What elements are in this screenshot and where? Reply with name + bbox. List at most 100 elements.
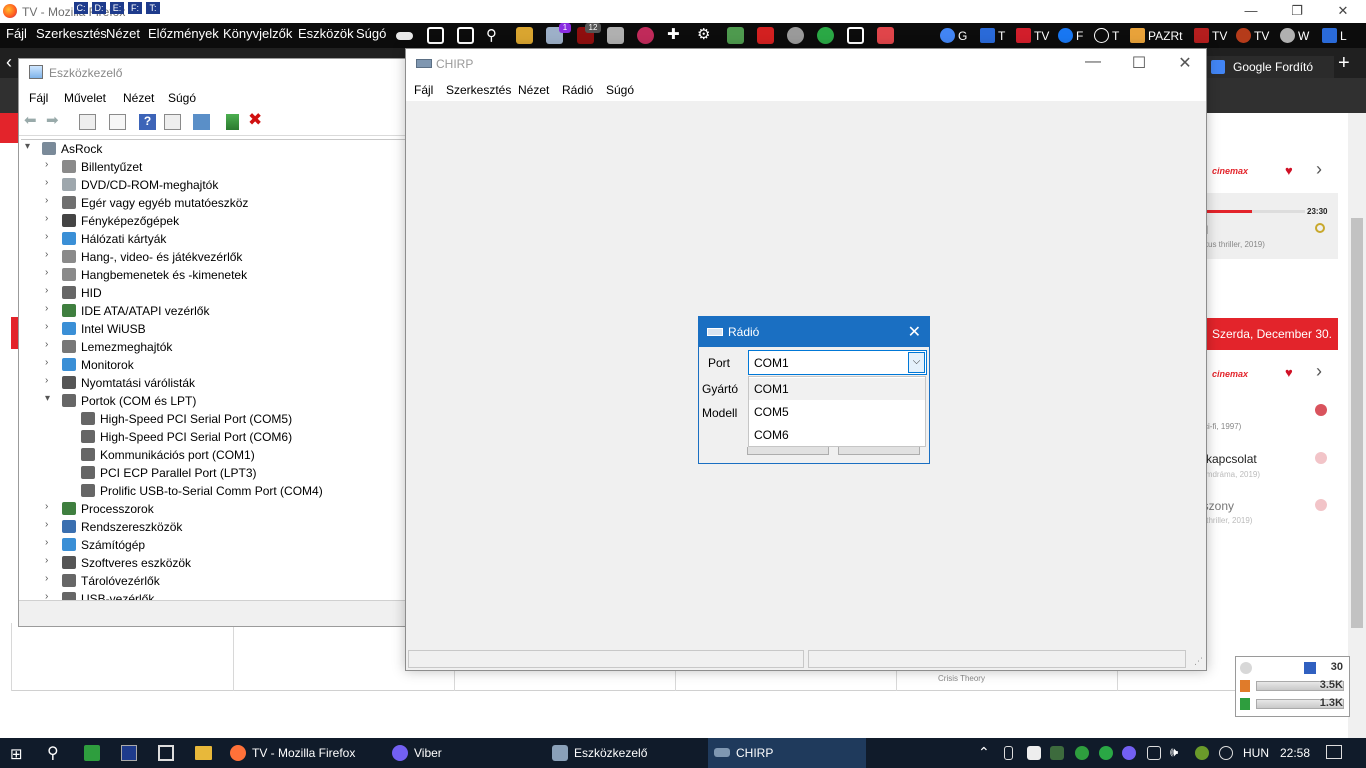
bookmark-item[interactable]: G (940, 28, 967, 43)
save-icon[interactable] (121, 745, 137, 761)
drive-chip[interactable]: D: (92, 2, 106, 14)
tray-app-icon[interactable] (1027, 746, 1041, 760)
globe-icon[interactable] (1219, 746, 1233, 760)
gear-icon[interactable]: ⚙ (697, 25, 714, 43)
chevron-right-icon[interactable]: › (45, 357, 55, 368)
properties-icon[interactable] (109, 114, 126, 130)
pen-icon[interactable] (757, 27, 774, 44)
chevron-right-icon[interactable]: › (45, 231, 55, 242)
volume-icon[interactable]: 🕪 (1170, 744, 1178, 760)
screenshot-icon[interactable] (427, 27, 444, 44)
chevron-right-icon[interactable]: › (45, 177, 55, 188)
chevron-down-icon[interactable]: ▾ (45, 393, 55, 404)
task-chirp[interactable]: CHIRP (708, 738, 866, 768)
chevron-right-icon[interactable]: › (45, 519, 55, 530)
chevron-right-icon[interactable]: › (1316, 159, 1322, 180)
d-extension-icon[interactable] (637, 27, 654, 44)
shell-icon[interactable] (787, 27, 804, 44)
restore-icon[interactable]: ❐ (1274, 0, 1320, 23)
menu-file[interactable]: Fájl (6, 26, 27, 41)
chevron-right-icon[interactable]: › (45, 249, 55, 260)
scrollbar-thumb[interactable] (1351, 218, 1363, 628)
new-tab-icon[interactable]: + (1338, 52, 1350, 75)
menu-history[interactable]: Előzmények (148, 26, 219, 41)
record-icon[interactable] (1315, 404, 1327, 416)
menu-file[interactable]: Fájl (29, 91, 48, 105)
chevron-right-icon[interactable]: › (45, 501, 55, 512)
bookmark-item[interactable]: T (980, 28, 1005, 43)
check-icon[interactable] (1099, 746, 1113, 760)
port-option[interactable]: COM6 (749, 424, 925, 446)
port-option[interactable]: COM1 (749, 378, 925, 400)
chevron-right-icon[interactable]: › (45, 159, 55, 170)
help-icon[interactable]: ? (139, 114, 156, 130)
chevron-down-icon[interactable]: ⌵ (908, 352, 925, 373)
pinned-app-icon[interactable] (84, 745, 100, 761)
bookmark-item[interactable]: PAZRt (1130, 28, 1182, 43)
drive-chip[interactable]: C: (74, 2, 88, 14)
menu-help[interactable]: Súgó (606, 83, 634, 97)
viber-icon[interactable] (1122, 746, 1136, 760)
chevron-right-icon[interactable]: › (45, 213, 55, 224)
task-device-manager[interactable]: Eszközkezelő (552, 738, 702, 768)
bookmark-item[interactable]: TV (1016, 28, 1049, 43)
network-icon[interactable] (1147, 746, 1161, 760)
chevron-right-icon[interactable]: › (45, 303, 55, 314)
heart-icon[interactable]: ♥ (1285, 365, 1293, 380)
sidebar-icon[interactable] (457, 27, 474, 44)
add-device-icon[interactable] (226, 114, 239, 130)
clipboard-icon[interactable] (727, 27, 744, 44)
tray-app-icon[interactable] (1195, 746, 1209, 760)
task-viber[interactable]: Viber (392, 738, 542, 768)
menu-edit[interactable]: Szerkesztés (446, 83, 511, 97)
bookmark-item[interactable]: L (1322, 28, 1347, 43)
maximize-icon[interactable]: ☐ (1116, 53, 1162, 73)
input-language[interactable]: HUN (1243, 746, 1269, 760)
menu-help[interactable]: Súgó (356, 26, 386, 41)
back-arrow-icon[interactable]: ⬅ (24, 111, 41, 129)
notifications-icon[interactable] (1326, 745, 1342, 759)
cloud-icon[interactable] (607, 27, 624, 44)
menu-tools[interactable]: Eszközök (298, 26, 354, 41)
menu-file[interactable]: Fájl (414, 83, 433, 97)
chevron-up-icon[interactable]: ⌃ (978, 744, 990, 761)
update-driver-icon[interactable] (164, 114, 181, 130)
chevron-right-icon[interactable]: › (45, 339, 55, 350)
record-icon[interactable] (1315, 452, 1327, 464)
clock[interactable]: 22:58 (1280, 746, 1310, 760)
usb-icon[interactable] (1004, 746, 1013, 760)
bookmark-item[interactable]: F (1058, 28, 1083, 43)
bookmark-item[interactable]: TV (1236, 28, 1269, 43)
bookmark-item[interactable]: TV (1194, 28, 1227, 43)
menu-view[interactable]: Nézet (106, 26, 140, 41)
mask-icon[interactable] (396, 32, 413, 40)
puzzle-icon[interactable]: ✚ (667, 25, 684, 43)
edit-page-icon[interactable] (847, 27, 864, 44)
extension-icon[interactable] (516, 27, 533, 44)
resize-grip-icon[interactable]: ⋰ (1194, 656, 1203, 667)
chevron-right-icon[interactable]: › (45, 375, 55, 386)
page-scrollbar[interactable] (1348, 113, 1366, 738)
port-select[interactable]: COM1 ⌵ (748, 350, 927, 375)
menu-bookmarks[interactable]: Könyvjelzők (223, 26, 292, 41)
show-hide-tree-icon[interactable] (79, 114, 96, 130)
close-icon[interactable]: ✕ (908, 322, 921, 342)
chevron-right-icon[interactable]: › (45, 537, 55, 548)
chevron-right-icon[interactable]: › (45, 555, 55, 566)
back-icon[interactable]: ‹ (6, 52, 12, 73)
ok-button[interactable] (747, 447, 829, 455)
scan-hardware-icon[interactable] (193, 114, 210, 130)
chevron-right-icon[interactable]: › (45, 321, 55, 332)
close-icon[interactable]: ✕ (1162, 53, 1208, 73)
port-option[interactable]: COM5 (749, 401, 925, 423)
drive-chip[interactable]: F: (128, 2, 142, 14)
chevron-right-icon[interactable]: › (45, 573, 55, 584)
device-tree[interactable]: ▾ AsRock › Billentyűzet › DVD/CD-ROM-meghajtó… (21, 139, 415, 601)
reminder-icon[interactable] (1315, 223, 1325, 233)
heart-icon[interactable]: ♥ (1285, 163, 1293, 178)
menu-action[interactable]: Művelet (64, 91, 106, 105)
menu-radio[interactable]: Rádió (562, 83, 593, 97)
forward-arrow-icon[interactable]: ➡ (46, 111, 63, 129)
minimize-icon[interactable]: — (1228, 0, 1274, 23)
tab-google-translate[interactable]: Google Fordító (1206, 56, 1334, 78)
